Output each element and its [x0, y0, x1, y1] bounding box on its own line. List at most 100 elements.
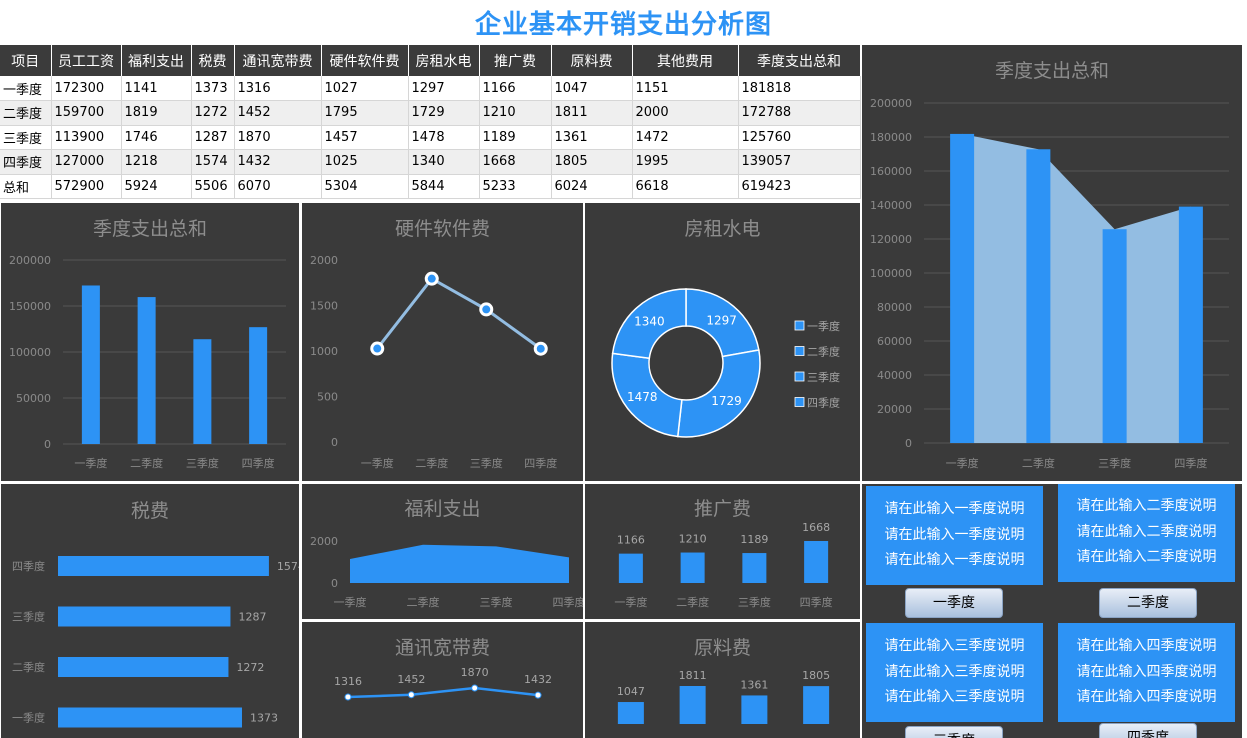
chart-title: 季度支出总和 — [93, 218, 207, 240]
legend-swatch — [794, 397, 805, 407]
y-tick-label: 100000 — [870, 267, 912, 280]
telecom-line-chart: 通讯宽带费 1316 1452 1870 1432 — [334, 637, 552, 701]
chart-title: 房租水电 — [684, 218, 760, 240]
y-tick-label: 80000 — [877, 301, 912, 314]
data-label: 1210 — [679, 533, 707, 546]
q4-button[interactable]: 四季度 — [1099, 723, 1197, 738]
column-header: 其他费用 — [632, 45, 739, 76]
data-label: 1870 — [461, 666, 489, 679]
data-point-center — [427, 274, 436, 283]
x-tick-label: 一季度 — [334, 595, 367, 609]
column-header: 季度支出总和 — [738, 45, 861, 76]
x-tick-label: 四季度 — [524, 456, 557, 470]
area-series — [350, 544, 569, 583]
y-tick-label: 0 — [905, 437, 912, 450]
data-point — [407, 691, 415, 699]
expense-table: 项目 员工工资 福利支出 税费 通讯宽带费 硬件软件费 房租水电 推广费 原料费… — [0, 45, 861, 199]
data-label: 1668 — [802, 521, 830, 534]
bar — [741, 695, 768, 724]
x-tick-label: 一季度 — [74, 456, 107, 470]
data-label: 1373 — [250, 712, 278, 725]
legend-swatch — [794, 320, 805, 331]
note-line: 请在此输入四季度说明 — [1076, 689, 1217, 705]
note-line: 请在此输入一季度说明 — [884, 501, 1025, 517]
column-header: 通讯宽带费 — [234, 45, 322, 76]
y-tick-label: 0 — [331, 577, 338, 590]
data-point-center — [373, 344, 382, 353]
x-tick-label: 二季度 — [130, 456, 163, 470]
table-cell: 四季度 — [0, 149, 52, 175]
q3-note-box[interactable]: 请在此输入三季度说明 请在此输入三季度说明 请在此输入三季度说明 — [866, 623, 1043, 722]
notes-panel: 请在此输入一季度说明 请在此输入一季度说明 请在此输入一季度说明 一季度 请在此… — [862, 484, 1242, 738]
table-cell: 1151 — [632, 76, 739, 101]
data-point-center — [536, 344, 545, 353]
table-cell: 5233 — [479, 174, 552, 199]
note-line: 请在此输入三季度说明 — [884, 638, 1025, 654]
table-cell: 5924 — [121, 174, 192, 199]
column-header: 项目 — [0, 45, 52, 76]
table-cell: 1166 — [479, 76, 552, 101]
table-cell: 113900 — [51, 125, 122, 150]
q1-note-box[interactable]: 请在此输入一季度说明 请在此输入一季度说明 请在此输入一季度说明 — [866, 486, 1043, 585]
bar — [58, 707, 242, 728]
series-line — [347, 686, 539, 699]
note-line: 请在此输入一季度说明 — [884, 552, 1025, 568]
table-cell: 总和 — [0, 174, 52, 199]
bar — [680, 552, 705, 583]
note-line: 请在此输入一季度说明 — [884, 526, 1025, 543]
y-tick-label: 60000 — [877, 335, 912, 348]
table-cell: 1025 — [321, 149, 409, 175]
q4-note-box[interactable]: 请在此输入四季度说明 请在此输入四季度说明 请在此输入四季度说明 — [1058, 623, 1235, 722]
column-header: 原料费 — [551, 45, 633, 76]
legend-label: 一季度 — [807, 319, 840, 333]
y-tick-label: 50000 — [16, 392, 51, 405]
table-cell: 1870 — [234, 125, 322, 150]
table-cell: 159700 — [51, 100, 122, 126]
note-line: 请在此输入二季度说明 — [1076, 549, 1217, 565]
x-tick-label: 一季度 — [361, 456, 394, 470]
table-cell: 1819 — [121, 100, 192, 126]
legend-swatch — [794, 371, 805, 382]
table-cell: 6024 — [551, 174, 633, 199]
x-tick-label: 一季度 — [946, 456, 979, 470]
table-cell: 125760 — [738, 125, 861, 150]
total-combo-chart: 季度支出总和 0 20000 40000 60000 80000 100000 120000 1… — [870, 60, 1229, 470]
y-tick-label: 2000 — [310, 254, 338, 267]
data-label: 1811 — [679, 669, 707, 682]
bar — [1178, 206, 1203, 443]
x-tick-label: 四季度 — [800, 595, 833, 609]
slice-label: 1340 — [634, 314, 665, 328]
rent-donut-chart: 房租水电 1297 一季度 1729 二季度 1478 三季度 1340 四季度 — [611, 218, 840, 438]
table-cell: 6618 — [632, 174, 739, 199]
chart-title: 福利支出 — [404, 498, 480, 520]
table-cell: 181818 — [738, 76, 861, 101]
y-tick-label: 100000 — [9, 346, 51, 359]
total-bar-panel: 季度支出总和 0 50000 100000 150000 200000 一季度 二季度 三季度 四… — [1, 203, 299, 481]
bar — [58, 606, 231, 627]
y-tick-label: 1500 — [310, 300, 338, 313]
bar — [137, 297, 156, 444]
y-tick-label: 0 — [331, 436, 338, 449]
table-cell: 172788 — [738, 100, 861, 126]
table-cell: 1373 — [191, 76, 235, 101]
q1-button[interactable]: 一季度 — [905, 588, 1003, 618]
q3-button[interactable]: 三季度 — [905, 726, 1003, 738]
table-cell: 1189 — [479, 125, 552, 150]
series-line — [376, 276, 542, 350]
legend-label: 二季度 — [807, 345, 840, 359]
note-line: 请在此输入四季度说明 — [1076, 638, 1217, 654]
table-cell: 1027 — [321, 76, 409, 101]
q2-button[interactable]: 二季度 — [1099, 588, 1197, 618]
slice-label: 1297 — [706, 313, 737, 327]
q2-note-box[interactable]: 请在此输入二季度说明 请在此输入二季度说明 请在此输入二季度说明 — [1058, 484, 1235, 582]
table-row: 总和 572900 5924 5506 6070 5304 5844 5233 6024 6618… — [0, 174, 861, 199]
data-point — [471, 684, 479, 692]
table-cell: 1272 — [191, 100, 235, 126]
material-bar-panel: 原料费 1047 1811 1361 1805 — [585, 622, 860, 738]
area-series — [962, 133, 1191, 443]
data-point-center — [482, 305, 491, 314]
welfare-area-chart: 福利支出 0 2000 一季度 二季度 三季度 四季度 — [310, 498, 583, 609]
bar — [249, 327, 268, 444]
x-tick-label: 三季度 — [480, 595, 513, 609]
y-tick-label: 500 — [317, 391, 338, 404]
